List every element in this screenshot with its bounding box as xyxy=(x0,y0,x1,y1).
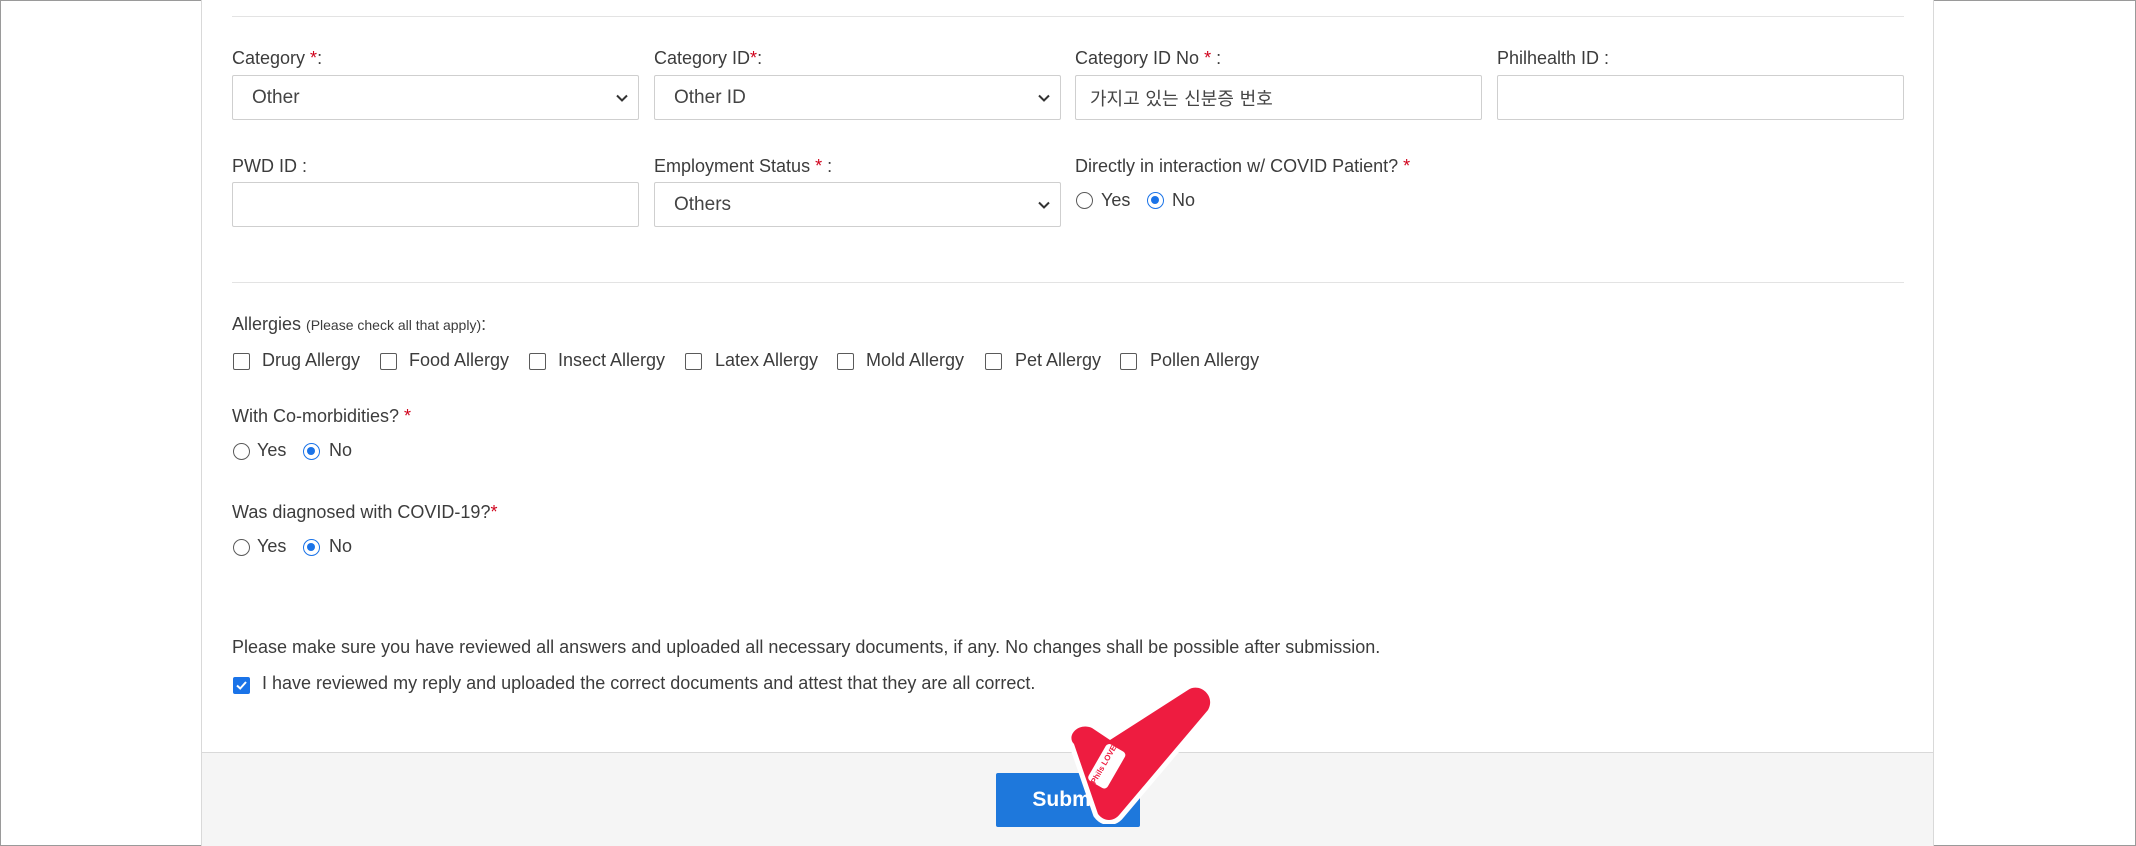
comorbidities-no-label[interactable]: No xyxy=(329,440,352,461)
employment-status-select[interactable]: Others xyxy=(654,182,1061,227)
diagnosed-covid-yes-label[interactable]: Yes xyxy=(257,536,286,557)
category-id-no-input[interactable]: 가지고 있는 신분증 번호 xyxy=(1075,75,1482,120)
pet-allergy-label[interactable]: Pet Allergy xyxy=(1015,350,1101,371)
chevron-down-icon xyxy=(1038,94,1050,102)
employment-status-label: Employment Status * : xyxy=(654,156,833,176)
attest-label[interactable]: I have reviewed my reply and uploaded th… xyxy=(262,673,1035,694)
allergies-label: Allergies (Please check all that apply): xyxy=(232,314,487,334)
mold-allergy-checkbox[interactable] xyxy=(837,353,854,370)
attest-checkbox[interactable] xyxy=(233,677,250,694)
category-id-select[interactable]: Other ID xyxy=(654,75,1061,120)
insect-allergy-label[interactable]: Insect Allergy xyxy=(558,350,665,371)
category-id-no-value: 가지고 있는 신분증 번호 xyxy=(1090,88,1273,110)
drug-allergy-checkbox[interactable] xyxy=(233,353,250,370)
food-allergy-label[interactable]: Food Allergy xyxy=(409,350,509,371)
employment-status-value: Others xyxy=(674,193,732,215)
pet-allergy-checkbox[interactable] xyxy=(985,353,1002,370)
category-value: Other xyxy=(252,86,300,108)
philhealth-id-label: Philhealth ID : xyxy=(1497,48,1610,68)
food-allergy-checkbox[interactable] xyxy=(380,353,397,370)
comorbidities-yes-label[interactable]: Yes xyxy=(257,440,286,461)
category-select[interactable]: Other xyxy=(232,75,639,120)
covid-interaction-label: Directly in interaction w/ COVID Patient… xyxy=(1075,156,1411,176)
comorbidities-label: With Co-morbidities? * xyxy=(232,406,412,426)
covid-interaction-no-label[interactable]: No xyxy=(1172,190,1195,211)
pollen-allergy-checkbox[interactable] xyxy=(1120,353,1137,370)
insect-allergy-checkbox[interactable] xyxy=(529,353,546,370)
category-label: Category *: xyxy=(232,48,323,68)
chevron-down-icon xyxy=(1038,201,1050,209)
philhealth-id-input[interactable] xyxy=(1497,75,1904,120)
comorbidities-yes-radio[interactable] xyxy=(233,443,250,460)
pwd-id-label: PWD ID : xyxy=(232,156,307,176)
pwd-id-input[interactable] xyxy=(232,182,639,227)
comorbidities-no-radio[interactable] xyxy=(303,443,320,460)
divider xyxy=(232,282,1904,283)
diagnosed-covid-label: Was diagnosed with COVID-19?* xyxy=(232,502,498,522)
drug-allergy-label[interactable]: Drug Allergy xyxy=(262,350,360,371)
divider xyxy=(232,16,1904,17)
diagnosed-covid-no-radio[interactable] xyxy=(303,539,320,556)
review-notice: Please make sure you have reviewed all a… xyxy=(232,637,1381,657)
checkmark-icon xyxy=(236,681,247,690)
latex-allergy-label[interactable]: Latex Allergy xyxy=(715,350,818,371)
covid-interaction-no-radio[interactable] xyxy=(1147,192,1164,209)
latex-allergy-checkbox[interactable] xyxy=(685,353,702,370)
chevron-down-icon xyxy=(616,94,628,102)
category-id-label: Category ID*: xyxy=(654,48,763,68)
diagnosed-covid-yes-radio[interactable] xyxy=(233,539,250,556)
mold-allergy-label[interactable]: Mold Allergy xyxy=(866,350,964,371)
covid-interaction-yes-label[interactable]: Yes xyxy=(1101,190,1130,211)
love-check-sticker: Phils LOVE xyxy=(1066,684,1215,824)
pollen-allergy-label[interactable]: Pollen Allergy xyxy=(1150,350,1259,371)
diagnosed-covid-no-label[interactable]: No xyxy=(329,536,352,557)
category-id-no-label: Category ID No * : xyxy=(1075,48,1222,68)
covid-interaction-yes-radio[interactable] xyxy=(1076,192,1093,209)
category-id-value: Other ID xyxy=(674,86,746,108)
